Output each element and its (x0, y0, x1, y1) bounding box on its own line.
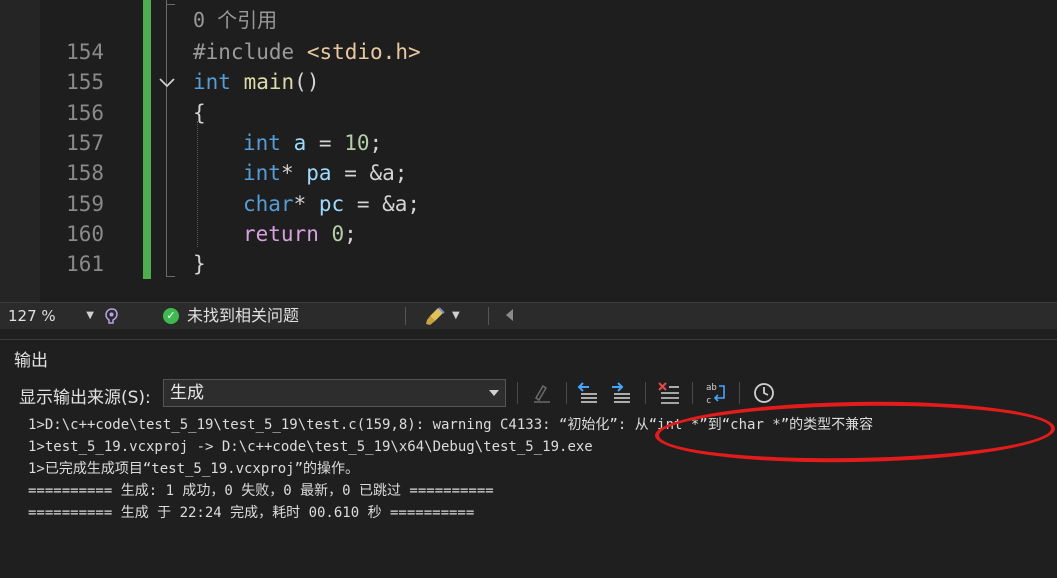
address-token: &a (382, 192, 408, 216)
keyword-token: int (243, 131, 281, 155)
issues-status[interactable]: 未找到相关问题 (187, 305, 299, 327)
code-line[interactable]: return 0; (243, 219, 357, 249)
code-line[interactable]: char* pc = &a; (243, 189, 420, 219)
outlining-tick (166, 276, 175, 277)
zoom-level: 127 % (8, 307, 56, 325)
line-number: 155 (66, 70, 104, 94)
variable-token: pc (318, 192, 345, 216)
go-to-next-message-icon[interactable] (608, 380, 634, 406)
scroll-left-arrow-icon[interactable] (506, 309, 513, 321)
code-line[interactable]: int main() (193, 67, 319, 97)
keyword-token: char (243, 192, 294, 216)
separator (405, 307, 406, 325)
operator-token: = (344, 192, 383, 216)
separator (517, 382, 518, 404)
output-text-area[interactable]: 1>D:\c++code\test_5_19\test_5_19\test.c(… (28, 414, 1057, 524)
line-number: 157 (66, 131, 104, 155)
output-source-dropdown[interactable]: 生成 (163, 379, 506, 407)
intellicode-icon[interactable] (102, 306, 122, 326)
output-line: 1>D:\c++code\test_5_19\test_5_19\test.c(… (28, 417, 874, 433)
collapse-chevron-icon[interactable] (158, 73, 176, 91)
separator (739, 382, 740, 404)
line-number: 154 (66, 40, 104, 64)
punctuation-token: ; (344, 222, 357, 246)
separator (566, 382, 567, 404)
codelens-references[interactable]: 0 个引用 (193, 5, 277, 35)
change-tracking-bar (143, 0, 151, 279)
keyword-token: int (243, 161, 281, 185)
keyword-token: int (193, 70, 231, 94)
go-to-previous-message-icon[interactable] (575, 380, 601, 406)
number-token: 0 (331, 222, 345, 246)
punctuation-token: ; (407, 192, 421, 216)
zoom-dropdown[interactable]: 127 % ▼ (8, 305, 96, 327)
toggle-word-wrap-icon[interactable]: ab c (703, 380, 729, 406)
code-cleanup-brush-icon[interactable] (424, 306, 446, 326)
preprocessor-token: #include (193, 40, 295, 64)
code-line[interactable]: #include <stdio.h> (193, 37, 421, 67)
output-line: 1>test_5_19.vcxproj -> D:\c++code\test_5… (28, 439, 593, 455)
line-number: 159 (66, 192, 104, 216)
line-number: 158 (66, 161, 104, 185)
separator (488, 307, 489, 325)
keyword-token: return (243, 222, 319, 246)
operator-token: = (306, 131, 345, 155)
find-message-in-code-icon[interactable] (529, 380, 555, 406)
brace-token: { (193, 101, 206, 125)
punctuation-token: ; (394, 161, 408, 185)
function-name-token: main (243, 70, 295, 94)
panel-title: 输出 (14, 351, 48, 371)
separator (692, 382, 693, 404)
check-circle-icon: ✓ (163, 308, 179, 324)
code-line[interactable]: int* pa = &a; (243, 158, 407, 188)
output-panel: 输出 显示输出来源(S): 生成 ab c 1>D:\c++code\test_… (0, 339, 1057, 578)
indent-guide (197, 121, 198, 247)
chevron-down-icon: ▼ (86, 310, 94, 321)
output-line: ========== 生成: 1 成功，0 失败，0 最新，0 已跳过 ====… (28, 483, 494, 499)
splitter[interactable] (0, 329, 1057, 339)
punctuation-token: ; (369, 131, 383, 155)
code-editor[interactable]: 0 个引用 154 #include <stdio.h> 155 int mai… (0, 0, 1057, 302)
variable-token: pa (306, 161, 332, 185)
output-line: 1>已完成生成项目“test_5_19.vcxproj”的操作。 (28, 461, 360, 477)
outlining-tick (166, 4, 175, 5)
code-line[interactable]: { (193, 98, 206, 128)
operator-token: * (280, 161, 294, 185)
code-line[interactable]: int a = 10; (243, 128, 382, 158)
toggle-timestamps-clock-icon[interactable] (751, 380, 777, 406)
chevron-down-icon (489, 390, 499, 396)
number-token: 10 (344, 131, 370, 155)
chevron-down-icon[interactable]: ▼ (452, 306, 460, 326)
operator-token: = (331, 161, 370, 185)
horizontal-scrollbar[interactable] (520, 306, 1057, 326)
outlining-line (166, 0, 167, 277)
clear-all-icon[interactable] (656, 380, 682, 406)
output-source-label: 显示输出来源(S): (19, 388, 151, 408)
punctuation-token: () (294, 70, 320, 94)
editor-status-bar: 127 % ▼ ✓ 未找到相关问题 ▼ (0, 302, 1057, 329)
output-source-value: 生成 (170, 383, 204, 403)
brace-token: } (193, 252, 206, 276)
operator-token: * (293, 192, 307, 216)
address-token: &a (369, 161, 395, 185)
line-number: 161 (66, 252, 104, 276)
separator (645, 382, 646, 404)
variable-token: a (293, 131, 307, 155)
line-number: 160 (66, 222, 104, 246)
code-line[interactable]: } (193, 249, 206, 279)
editor-margin (0, 0, 40, 302)
line-number: 156 (66, 101, 104, 125)
include-header-token: <stdio.h> (306, 40, 421, 64)
svg-text:c: c (706, 396, 711, 406)
svg-text:ab: ab (706, 383, 717, 393)
output-line: ========== 生成 于 22:24 完成，耗时 00.610 秒 ===… (28, 505, 475, 521)
